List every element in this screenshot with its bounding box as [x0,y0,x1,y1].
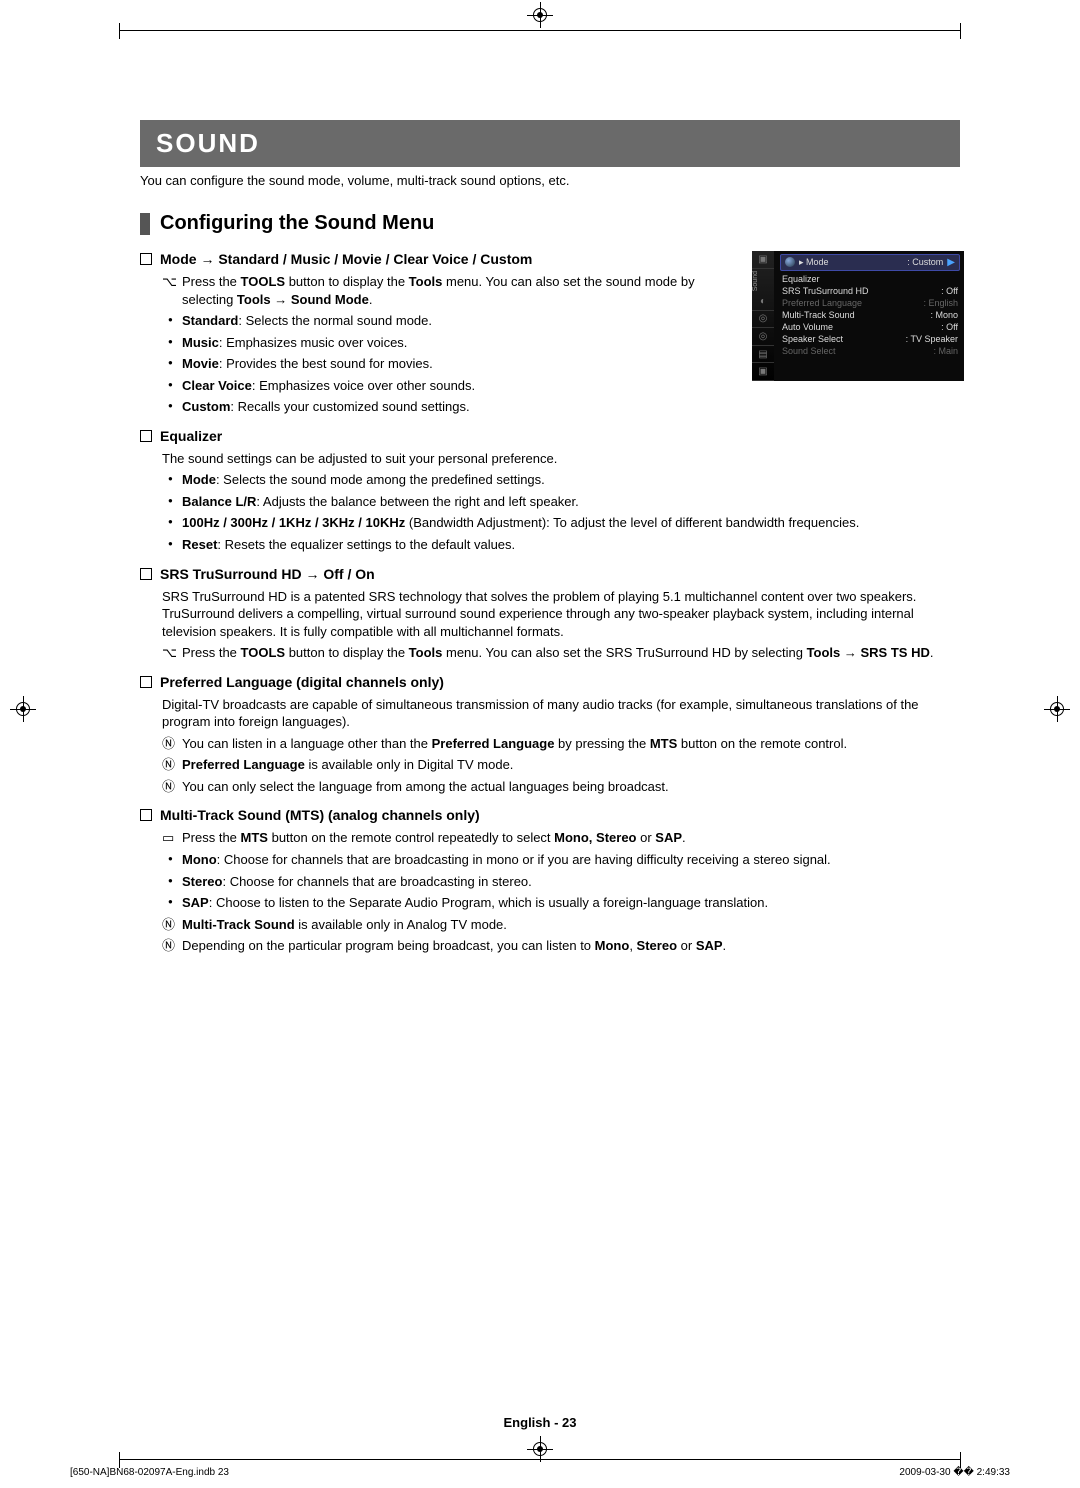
section-content: ▣ Sound ◐ ◎ ◎ ▤ ▣ ▸ Mode: Custom▶ Equaliz… [140,251,960,955]
osd-menu-row: Multi-Track Sound: Mono [780,309,960,321]
subheading-equalizer: Equalizer [140,428,960,444]
tools-icon: ⌥ [162,644,182,662]
tools-note: ⌥ Press the TOOLS button to display the … [162,273,722,308]
list-item: Custom: Recalls your customized sound se… [182,398,742,416]
remote-note: ▭Press the MTS button on the remote cont… [162,829,960,847]
print-metadata: [650-NA]BN68-02097A-Eng.indb 23 2009-03-… [70,1467,1010,1478]
page-footer: English - 23 [0,1415,1080,1430]
list-item: Mono: Choose for channels that are broad… [182,851,960,869]
osd-tab-icon: ◎ [752,328,774,346]
note-icon: Ⓝ [162,735,182,753]
chapter-intro: You can configure the sound mode, volume… [140,173,960,188]
note-text: You can listen in a language other than … [182,735,960,753]
srs-paragraph: SRS TruSurround HD is a patented SRS tec… [162,588,960,641]
list-item: Standard: Selects the normal sound mode. [182,312,742,330]
section-title-text: Configuring the Sound Menu [160,212,434,235]
list-item: Balance L/R: Adjusts the balance between… [182,493,960,511]
osd-menu-row: Sound Select: Main [780,345,960,357]
checkbox-icon [140,676,152,688]
page-body: SOUND You can configure the sound mode, … [0,0,1080,1488]
note-line: ⓃYou can only select the language from a… [162,778,960,796]
subheading-preferred-language: Preferred Language (digital channels onl… [140,674,960,690]
checkbox-icon [140,430,152,442]
note-text: Preferred Language is available only in … [182,756,960,774]
note-text: Press the TOOLS button to display the To… [182,644,960,662]
subheading-text: Preferred Language (digital channels onl… [160,674,444,690]
note-icon: Ⓝ [162,756,182,774]
subheading-text: SRS TruSurround HD → Off / On [160,566,375,582]
osd-menu-row: Speaker Select: TV Speaker [780,333,960,345]
note-line: ⓃPreferred Language is available only in… [162,756,960,774]
note-text: Depending on the particular program bein… [182,937,960,955]
note-text: Multi-Track Sound is available only in A… [182,916,960,934]
remote-icon: ▭ [162,829,182,847]
registration-mark-bottom [531,1440,549,1458]
osd-tab-icon: ◎ [752,311,774,329]
checkbox-icon [140,568,152,580]
checkbox-icon [140,253,152,265]
note-icon: Ⓝ [162,916,182,934]
list-item: SAP: Choose to listen to the Separate Au… [182,894,960,912]
print-filename: [650-NA]BN68-02097A-Eng.indb 23 [70,1467,229,1478]
note-icon: Ⓝ [162,937,182,955]
osd-tab-icon: ◐ [752,293,774,311]
osd-preview: ▣ Sound ◐ ◎ ◎ ▤ ▣ ▸ Mode: Custom▶ Equaliz… [752,251,964,381]
subheading-text: Mode → Standard / Music / Movie / Clear … [160,251,532,267]
osd-menu-row: Auto Volume: Off [780,321,960,333]
subheading-srs: SRS TruSurround HD → Off / On [140,566,960,582]
osd-menu-row: ▸ Mode: Custom▶ [780,254,960,271]
print-timestamp: 2009-03-30 �� 2:49:33 [899,1467,1010,1478]
chapter-banner: SOUND [140,120,960,167]
osd-category-strip: ▣ Sound ◐ ◎ ◎ ▤ ▣ [752,251,774,381]
list-item: Music: Emphasizes music over voices. [182,334,742,352]
equalizer-intro: The sound settings can be adjusted to su… [162,450,960,468]
note-text: You can only select the language from am… [182,778,960,796]
section-bar-icon [140,213,150,235]
checkbox-icon [140,809,152,821]
osd-tab-icon: ▣ [752,363,774,381]
list-item: Clear Voice: Emphasizes voice over other… [182,377,742,395]
list-item: Mode: Selects the sound mode among the p… [182,471,960,489]
crop-mark-bottom [120,1459,960,1460]
preferred-language-para: Digital-TV broadcasts are capable of sim… [162,696,960,731]
list-item: Stereo: Choose for channels that are bro… [182,873,960,891]
tools-icon: ⌥ [162,273,182,308]
mode-options-list: Standard: Selects the normal sound mode.… [182,312,742,416]
osd-menu-row: SRS TruSurround HD: Off [780,285,960,297]
note-line: ⓃMulti-Track Sound is available only in … [162,916,960,934]
equalizer-list: Mode: Selects the sound mode among the p… [182,471,960,553]
subheading-mts: Multi-Track Sound (MTS) (analog channels… [140,807,960,823]
note-text: Press the MTS button on the remote contr… [182,829,960,847]
mts-options-list: Mono: Choose for channels that are broad… [182,851,960,912]
osd-menu-row: Preferred Language: English [780,297,960,309]
note-text: Press the TOOLS button to display the To… [182,273,722,308]
osd-tab-icon: ▤ [752,346,774,364]
note-line: ⓃYou can listen in a language other than… [162,735,960,753]
note-line: ⓃDepending on the particular program bei… [162,937,960,955]
list-item: Reset: Resets the equalizer settings to … [182,536,960,554]
osd-side-label: Sound [752,269,774,293]
section-heading: Configuring the Sound Menu [140,212,960,235]
note-icon: Ⓝ [162,778,182,796]
list-item: Movie: Provides the best sound for movie… [182,355,742,373]
osd-menu-row: Equalizer [780,273,960,285]
subheading-text: Equalizer [160,428,222,444]
list-item: 100Hz / 300Hz / 1KHz / 3KHz / 10KHz (Ban… [182,514,960,532]
osd-tab-icon: ▣ [752,251,774,269]
tools-note: ⌥ Press the TOOLS button to display the … [162,644,960,662]
subheading-text: Multi-Track Sound (MTS) (analog channels… [160,807,480,823]
osd-menu-list: ▸ Mode: Custom▶ EqualizerSRS TruSurround … [774,251,964,381]
